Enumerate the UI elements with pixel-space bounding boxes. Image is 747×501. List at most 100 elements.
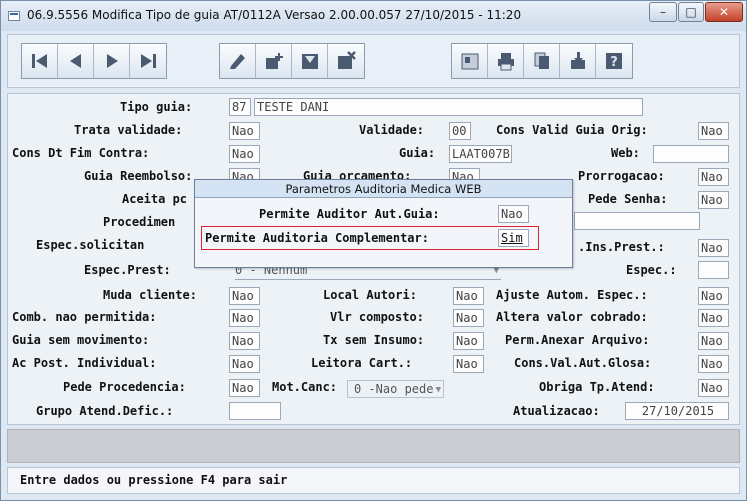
guia-field[interactable]: LAAT007B (449, 145, 512, 163)
validade-label: Validade: (359, 123, 425, 137)
leitora-cart-label: Leitora Cart.: (311, 356, 413, 370)
tx-sem-insumo-field[interactable]: Nao (453, 332, 484, 350)
trata-validade-field[interactable]: Nao (229, 122, 260, 140)
title-bar: 06.9.5556 Modifica Tipo de guia AT/0112A… (1, 1, 746, 31)
procedimen-label: Procedimen (103, 215, 176, 229)
aceita-pc-label: Aceita pc (122, 192, 188, 206)
tipo-guia-label: Tipo guia: (120, 100, 193, 114)
status-text: Entre dados ou pressione F4 para sair (20, 473, 288, 487)
print-icon[interactable] (488, 44, 524, 78)
muda-cliente-label: Muda cliente: (103, 288, 197, 302)
web-field[interactable] (653, 145, 729, 163)
atualizacao-field[interactable]: 27/10/2015 (625, 402, 729, 420)
comb-nao-permitida-label: Comb. nao permitida: (12, 310, 157, 324)
vlr-composto-label: Vlr composto: (330, 310, 424, 324)
close-button[interactable]: ✕ (705, 2, 743, 22)
tipo-guia-code-field[interactable]: 87 (229, 98, 251, 116)
espec-field[interactable] (698, 261, 729, 279)
svg-text:?: ? (610, 55, 618, 70)
cons-dt-fim-contra-field[interactable]: Nao (229, 145, 260, 163)
permite-auditor-label: Permite Auditor Aut.Guia: (259, 207, 440, 221)
procedimen-field[interactable] (574, 212, 700, 230)
pede-senha-field[interactable]: Nao (698, 191, 729, 209)
help-icon[interactable]: ? (596, 44, 632, 78)
obriga-tp-atend-field[interactable]: Nao (698, 379, 729, 397)
copy-icon[interactable] (524, 44, 560, 78)
next-record-icon[interactable] (94, 44, 130, 78)
ins-prest-field[interactable]: Nao (698, 239, 729, 257)
atualizacao-label: Atualizacao: (513, 404, 600, 418)
tx-sem-insumo-label: Tx sem Insumo: (323, 333, 425, 347)
toolbar-area: ? (7, 34, 740, 88)
cons-dt-fim-contra-label: Cons Dt Fim Contra: (12, 146, 150, 160)
first-record-icon[interactable] (22, 44, 58, 78)
guia-sem-movimento-field[interactable]: Nao (229, 332, 260, 350)
ajuste-autom-espec-field[interactable]: Nao (698, 287, 729, 305)
previous-record-icon[interactable] (58, 44, 94, 78)
ac-post-individual-field[interactable]: Nao (229, 355, 260, 373)
toolbar: ? (21, 43, 711, 79)
ins-prest-label: .Ins.Prest.: (578, 240, 665, 254)
minimize-button[interactable]: – (649, 2, 677, 22)
cons-valid-guia-orig-label: Cons Valid Guia Orig: (496, 123, 648, 137)
maximize-button[interactable]: □ (678, 2, 704, 22)
leitora-cart-field[interactable]: Nao (453, 355, 484, 373)
prorrogacao-label: Prorrogacao: (578, 169, 665, 183)
local-autori-field[interactable]: Nao (453, 287, 484, 305)
altera-valor-cobrado-label: Altera valor cobrado: (496, 310, 648, 324)
edit-icon[interactable] (220, 44, 256, 78)
pede-procedencia-label: Pede Procedencia: (63, 380, 186, 394)
misc-group: ? (451, 43, 633, 79)
application-window: 06.9.5556 Modifica Tipo de guia AT/0112A… (0, 0, 747, 501)
window-title: 06.9.5556 Modifica Tipo de guia AT/0112A… (27, 8, 522, 22)
save-icon[interactable] (292, 44, 328, 78)
cons-val-aut-glosa-field[interactable]: Nao (698, 355, 729, 373)
auditoria-popup: Parametros Auditoria Medica WEB Permite … (194, 179, 573, 268)
chevron-down-icon[interactable]: ▼ (436, 382, 441, 398)
prorrogacao-field[interactable]: Nao (698, 168, 729, 186)
permite-auditoria-field[interactable]: Sim (498, 229, 529, 247)
permite-auditoria-label: Permite Auditoria Complementar: (205, 231, 429, 245)
guia-label: Guia: (399, 146, 436, 160)
altera-valor-cobrado-field[interactable]: Nao (698, 309, 729, 327)
muda-cliente-field[interactable]: Nao (229, 287, 260, 305)
perm-anexar-arquivo-field[interactable]: Nao (698, 332, 729, 350)
validade-field[interactable]: 00 (449, 122, 471, 140)
view-icon[interactable] (452, 44, 488, 78)
mot-canc-dropdown[interactable]: 0 -Nao pede ▼ (347, 380, 444, 398)
pede-senha-label: Pede Senha: (588, 192, 668, 206)
cancel-icon[interactable] (328, 44, 364, 78)
mot-canc-value: 0 -Nao pede (354, 382, 434, 396)
espec-solicitan-label: Espec.solicitan (36, 238, 145, 252)
edit-group (219, 43, 365, 79)
grupo-atend-defic-field[interactable] (229, 402, 281, 420)
popup-title: Parametros Auditoria Medica WEB (195, 180, 572, 198)
import-icon[interactable] (560, 44, 596, 78)
perm-anexar-arquivo-label: Perm.Anexar Arquivo: (505, 333, 650, 347)
obriga-tp-atend-label: Obriga Tp.Atend: (539, 380, 655, 394)
tipo-guia-name-field[interactable]: TESTE DANI (254, 98, 643, 116)
comb-nao-permitida-field[interactable]: Nao (229, 309, 260, 327)
add-record-icon[interactable] (256, 44, 292, 78)
grupo-atend-defic-label: Grupo Atend.Defic.: (36, 404, 174, 418)
ac-post-individual-label: Ac Post. Individual: (12, 356, 157, 370)
last-record-icon[interactable] (130, 44, 166, 78)
status-bar: Entre dados ou pressione F4 para sair (7, 467, 740, 494)
trata-validade-label: Trata validade: (74, 123, 183, 137)
espec-label: Espec.: (626, 263, 677, 277)
guia-sem-movimento-label: Guia sem movimento: (12, 333, 150, 347)
mot-canc-label: Mot.Canc: (272, 380, 338, 394)
vlr-composto-field[interactable]: Nao (453, 309, 484, 327)
web-label: Web: (611, 146, 640, 160)
app-window-icon (8, 11, 20, 21)
espec-prest-label: Espec.Prest: (84, 263, 171, 277)
pede-procedencia-field[interactable]: Nao (229, 379, 260, 397)
guia-reembolso-label: Guia Reembolso: (84, 169, 193, 183)
local-autori-label: Local Autori: (323, 288, 417, 302)
ajuste-autom-espec-label: Ajuste Autom. Espec.: (496, 288, 648, 302)
cons-valid-guia-orig-field[interactable]: Nao (698, 122, 729, 140)
permite-auditor-field[interactable]: Nao (498, 205, 529, 223)
navigation-group (21, 43, 167, 79)
message-area (7, 429, 740, 463)
cons-val-aut-glosa-label: Cons.Val.Aut.Glosa: (514, 356, 652, 370)
